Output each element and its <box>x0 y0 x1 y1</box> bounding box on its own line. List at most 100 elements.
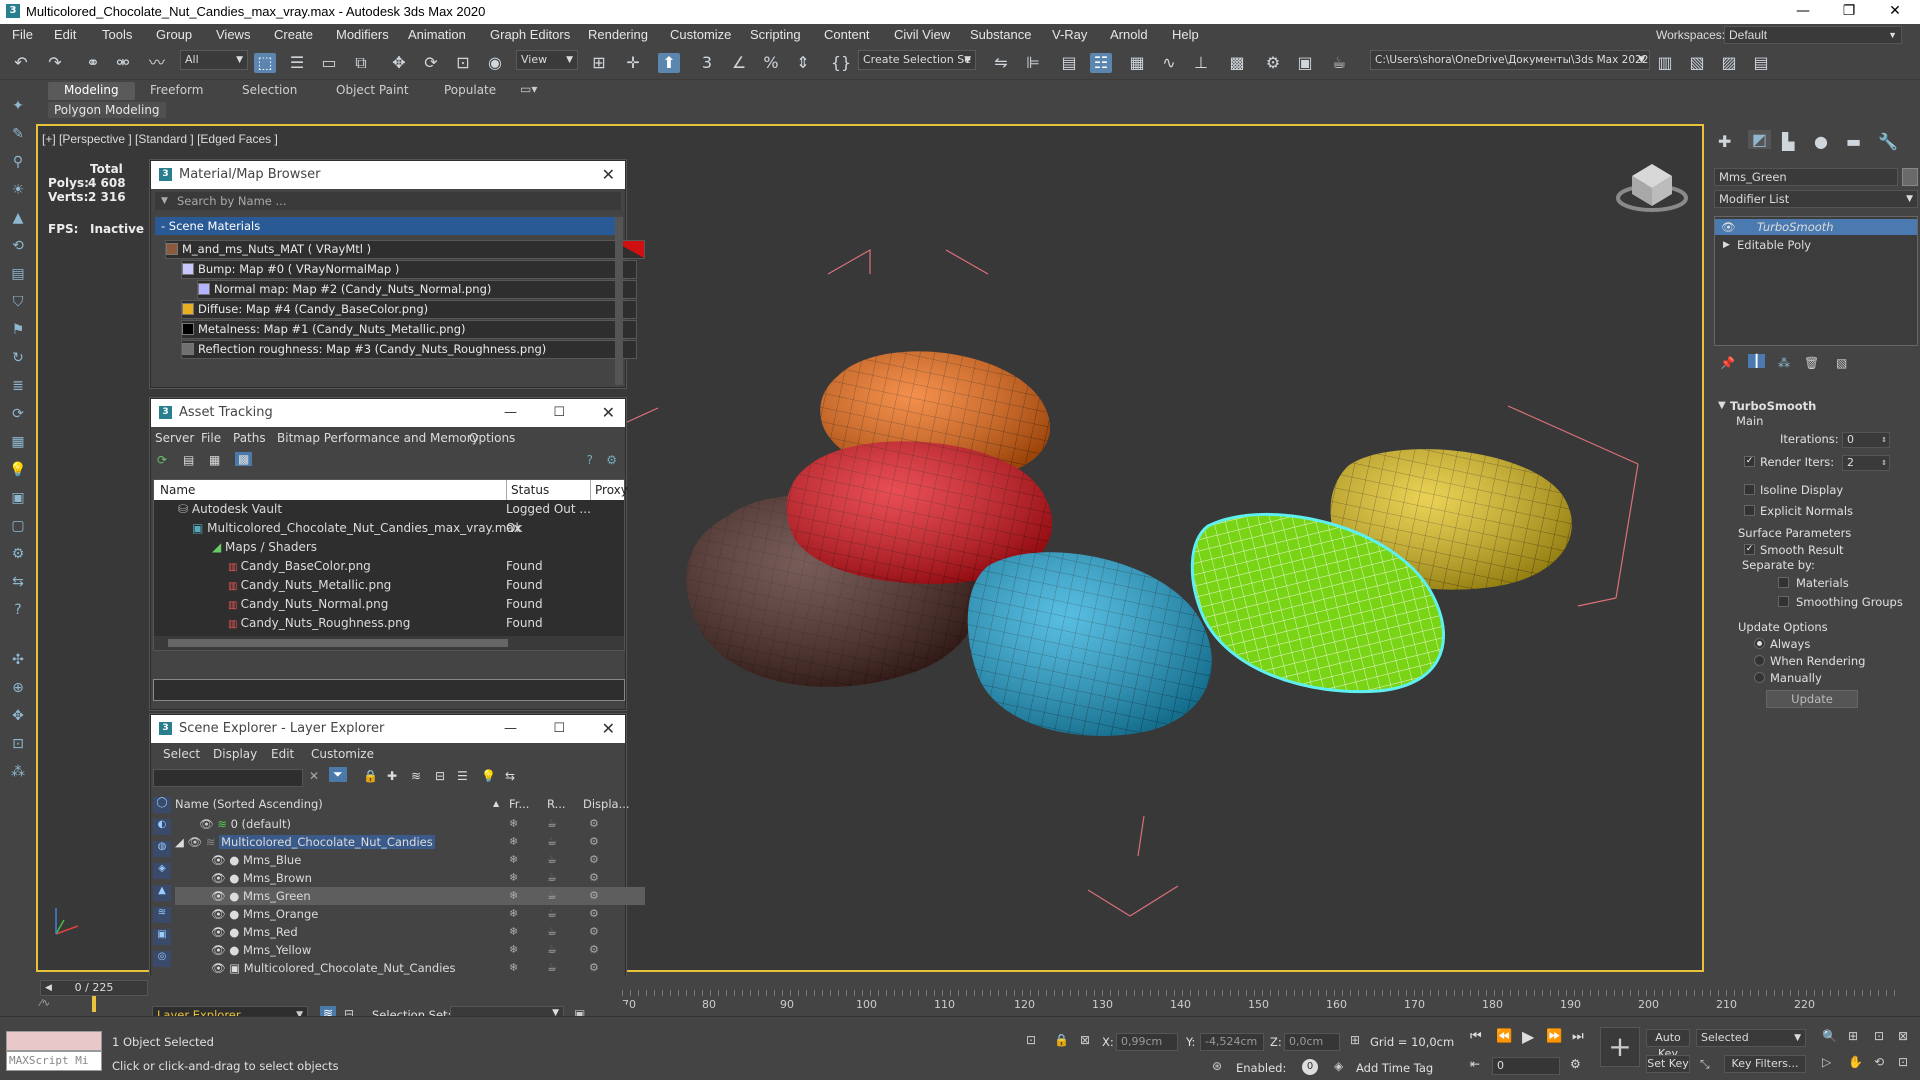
freeze-icon[interactable]: ❄ <box>509 941 518 959</box>
set-key-button[interactable]: Set Key <box>1646 1055 1690 1073</box>
object-name-field[interactable]: Mms_Green <box>1714 168 1898 186</box>
layer-row[interactable]: 👁 ● Mms_Red ❄ ☕ ⚙ <box>175 923 645 941</box>
go-to-end-icon[interactable]: ⏭ <box>1572 1029 1584 1044</box>
add-time-tag-text[interactable]: Add Time Tag <box>1356 1061 1433 1075</box>
maxscript-listener-pink[interactable] <box>6 1031 102 1051</box>
asset-row[interactable]: ▥ Candy_Nuts_Roughness.png Found <box>154 614 624 633</box>
material-row[interactable]: M_and_ms_Nuts_MAT ( VRayMtl ) <box>165 240 645 259</box>
freeze-icon[interactable]: ❄ <box>509 959 518 977</box>
create-tab-icon[interactable]: ✚ <box>1718 132 1731 151</box>
project-icon[interactable]: ▥ <box>1654 53 1676 73</box>
teapot-icon[interactable]: ☕ <box>547 905 557 923</box>
rollout-title[interactable]: TurboSmooth <box>1730 399 1816 413</box>
menu-file[interactable]: File <box>12 27 33 42</box>
placement-icon[interactable]: ◉ <box>484 53 506 73</box>
material-row[interactable]: Diffuse: Map #4 (Candy_BaseColor.png) <box>181 300 637 319</box>
selection-filter-dropdown[interactable]: All ▼ <box>180 50 248 70</box>
expand-icon[interactable]: ▶ <box>1723 237 1730 253</box>
layer-row[interactable]: ◢ 👁 ≋ Multicolored_Chocolate_Nut_Candies… <box>175 833 645 851</box>
eye-icon[interactable]: 👁 <box>211 889 226 903</box>
stack-item-turbosmooth[interactable]: 👁 TurboSmooth <box>1715 219 1917 235</box>
eye-icon[interactable]: 👁 <box>211 961 226 975</box>
eye-icon[interactable]: 👁 <box>211 943 226 957</box>
curve-editor-icon[interactable]: ∿ <box>1158 53 1180 73</box>
toggle-scene-explorer-icon[interactable]: ▤ <box>1058 53 1080 73</box>
teapot-icon[interactable]: ☕ <box>547 851 557 869</box>
light-icon[interactable]: 💡 <box>481 769 496 783</box>
shield-icon[interactable]: ⛉ <box>8 292 28 312</box>
help-icon[interactable]: ? <box>8 600 28 620</box>
spinner-arrows-icon[interactable]: ⇕ <box>1881 433 1887 447</box>
asset-row[interactable]: ⛁ Autodesk Vault Logged Out ... <box>154 500 624 519</box>
menu-bitmap-performance[interactable]: Bitmap Performance and Memory <box>277 431 479 445</box>
asset-row[interactable]: ▥ Candy_Nuts_Normal.png Found <box>154 595 624 614</box>
eye-icon[interactable]: 👁 <box>211 925 226 939</box>
chevron-left-icon[interactable]: ◀ <box>45 981 52 995</box>
eye-icon[interactable]: 👁 <box>188 835 203 849</box>
column-status[interactable]: Status <box>506 480 549 500</box>
materials-checkbox[interactable] <box>1778 577 1789 588</box>
freeze-icon[interactable]: ❄ <box>509 833 518 851</box>
tab-freeform[interactable]: Freeform <box>134 82 219 100</box>
bones-icon[interactable]: ◎ <box>153 951 171 967</box>
menu-substance[interactable]: Substance <box>970 27 1031 42</box>
time-slider[interactable]: ◀ 0 / 225 <box>40 980 148 996</box>
menu-edit[interactable]: Edit <box>54 27 76 42</box>
column-name[interactable]: Name <box>160 480 195 500</box>
material-browser-scrollbar[interactable] <box>615 217 623 385</box>
close-icon[interactable]: ✕ <box>602 715 615 743</box>
menu-scripting[interactable]: Scripting <box>750 27 801 42</box>
object-color-swatch[interactable] <box>1902 168 1918 186</box>
select-manipulate-icon[interactable]: ✛ <box>622 53 644 73</box>
ribbon-options-icon[interactable]: ▭▾ <box>520 82 537 96</box>
helpers-icon[interactable]: ≋ <box>153 907 171 923</box>
modify-icon[interactable]: ✎ <box>8 124 28 144</box>
orbit-icon[interactable]: ⊕ <box>8 678 28 698</box>
stack-icon[interactable]: ≣ <box>8 376 28 396</box>
maximize-viewport-toggle-icon[interactable]: ⊡ <box>1898 1055 1908 1069</box>
eye-icon[interactable]: 👁 <box>211 907 226 921</box>
menu-content[interactable]: Content <box>824 27 870 42</box>
menu-display[interactable]: Display <box>213 747 257 761</box>
toggle-ribbon-icon[interactable]: ▦ <box>1126 53 1148 73</box>
menu-file[interactable]: File <box>201 431 221 445</box>
loop-icon[interactable]: ⟲ <box>8 236 28 256</box>
menu-animation[interactable]: Animation <box>408 27 466 42</box>
shapes-icon[interactable]: ◍ <box>153 841 171 857</box>
previous-frame-icon[interactable]: ⏪ <box>1496 1029 1512 1044</box>
field-of-view-icon[interactable]: ▷ <box>1822 1055 1831 1069</box>
minimize-icon[interactable]: — <box>504 715 517 743</box>
when-rendering-radio[interactable] <box>1754 655 1765 666</box>
space-warps-icon[interactable]: ▣ <box>153 929 171 945</box>
zoom-all-icon[interactable]: ⊞ <box>1848 1029 1858 1043</box>
key-tangent-icon[interactable]: ⤡ <box>1700 1057 1710 1072</box>
scene-search-input[interactable] <box>153 769 303 787</box>
enabled-toggle[interactable]: 0 <box>1302 1059 1318 1075</box>
brush-icon[interactable]: ⚲ <box>8 152 28 172</box>
display-icon[interactable]: ⚙ <box>589 851 599 869</box>
tab-selection[interactable]: Selection <box>226 82 313 100</box>
menu-help[interactable]: Help <box>1172 27 1199 42</box>
key-mode-icon[interactable]: ⇤ <box>1470 1057 1480 1071</box>
refresh-icon[interactable]: ⟳ <box>157 453 167 467</box>
flag-icon[interactable]: ⚑ <box>8 320 28 340</box>
sync-icon[interactable]: ⇆ <box>8 572 28 592</box>
minimize-button[interactable]: — <box>1780 0 1826 24</box>
stack-icon[interactable]: ☰ <box>457 769 468 783</box>
material-row[interactable]: Bump: Map #0 ( VRayNormalMap ) <box>181 260 637 279</box>
utilities-tab-icon[interactable]: 🔧 <box>1878 132 1898 151</box>
refresh-icon[interactable]: ⟳ <box>8 404 28 424</box>
time-tag-icon[interactable]: ◈ <box>1334 1059 1343 1073</box>
create-icon[interactable]: ✦ <box>8 96 28 116</box>
asset-row[interactable]: ◢ Maps / Shaders <box>154 538 624 557</box>
teapot-icon[interactable]: ☕ <box>547 887 557 905</box>
scrollbar-thumb[interactable] <box>168 639 508 647</box>
menu-customize[interactable]: Customize <box>311 747 374 761</box>
link-icon[interactable]: ⚭ <box>82 53 104 73</box>
new-layer-icon[interactable]: ✚ <box>387 769 397 783</box>
update-button[interactable]: Update <box>1766 690 1858 708</box>
make-unique-icon[interactable]: ⁂ <box>1778 356 1790 370</box>
material-row[interactable]: Normal map: Map #2 (Candy_Nuts_Normal.pn… <box>197 280 637 299</box>
maximize-icon[interactable]: ☐ <box>553 399 565 427</box>
menu-options[interactable]: Options <box>469 431 515 445</box>
